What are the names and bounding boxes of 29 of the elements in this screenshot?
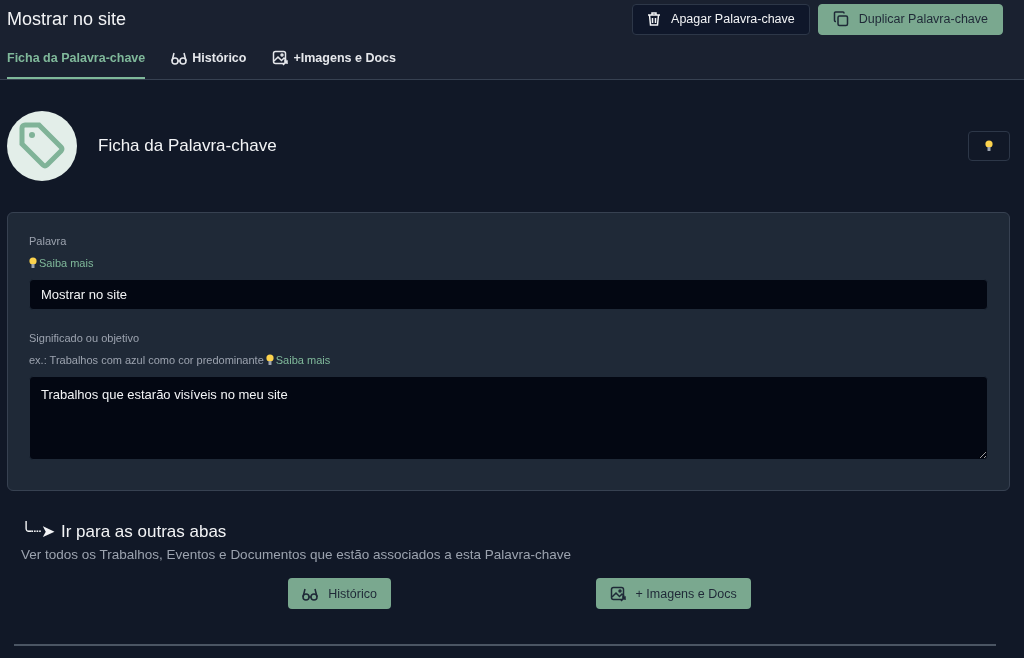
glasses-icon [302,586,319,601]
image-icon [609,585,626,602]
lightbulb-icon [265,354,274,366]
arrow-glyph: ╰┈➤ [21,521,55,542]
image-icon [272,49,289,66]
images-docs-button[interactable]: + Imagens e Docs [595,578,751,609]
lightbulb-icon [29,257,37,269]
tab[interactable]: Ficha da Palavra-chave [7,38,146,79]
field-label: Palavra [29,235,68,247]
input-field[interactable]: Mostrar no site [29,279,988,310]
glasses-icon [171,50,188,65]
help-link[interactable]: Saiba mais [39,257,94,269]
delete-button[interactable]: Apagar Palavra-chave [632,3,810,35]
other-tabs-description: Ver todos os Trabalhos, Eventos e Documentos que estão associados a esta Palavra-chave [21,547,573,562]
text-area[interactable]: Trabalhos que estarão visíveis no meu site [29,376,988,460]
page-title: Mostrar no site [7,8,127,30]
help-link[interactable]: Saiba mais [275,354,331,366]
tab[interactable]: +Imagens e Docs [272,38,396,79]
history-button[interactable]: Histórico [288,578,391,609]
section-title: Ficha da Palavra-chave [98,136,278,156]
trash-icon [647,11,662,27]
tip-button[interactable] [968,131,1010,161]
tab[interactable]: Histórico [171,38,247,79]
lightbulb-icon [985,140,993,152]
duplicate-button[interactable]: Duplicar Palavra-chave [817,3,1003,35]
field-label: Significado ou objetivo [29,332,141,344]
other-tabs-title: Ir para as outras abas [61,521,227,542]
field-hint: ex.: Trabalhos com azul como cor predominante [29,354,264,366]
copy-icon [832,11,849,27]
